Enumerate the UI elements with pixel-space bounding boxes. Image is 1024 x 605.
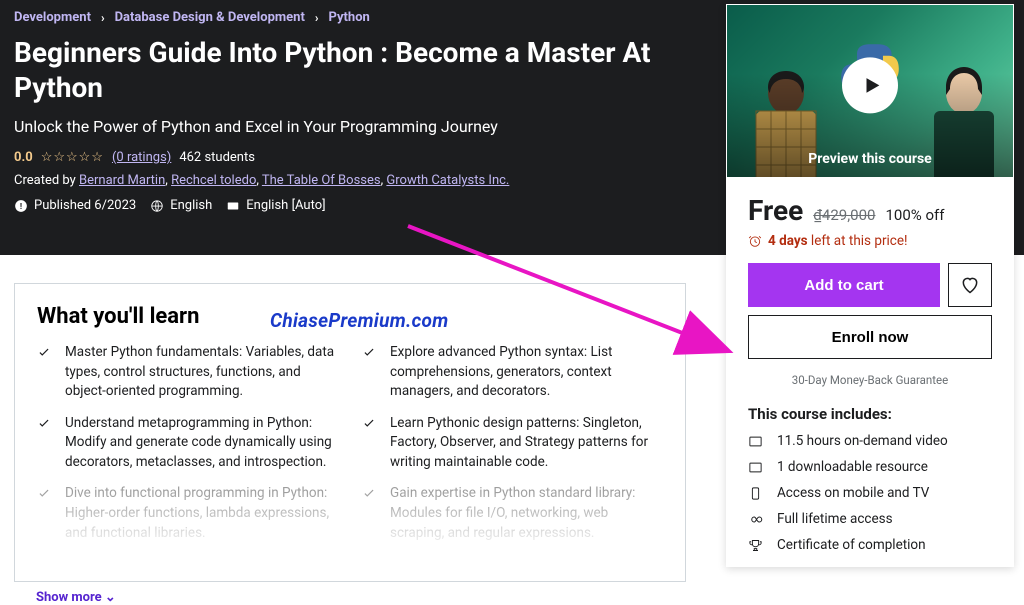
author-link-3[interactable]: The Table Of Bosses	[262, 173, 381, 188]
author-link-2[interactable]: Rechcel toledo	[171, 173, 256, 188]
info-icon: !	[14, 199, 28, 213]
trophy-icon	[748, 538, 763, 553]
wyl-text: Fine-tune Python applications: Packaging…	[390, 555, 640, 575]
check-icon	[37, 416, 51, 430]
alarm-text: left at this price!	[808, 233, 908, 249]
course-preview[interactable]: Preview this course	[726, 4, 1014, 178]
wyl-text: Develop performance-optimized Python	[65, 555, 302, 575]
includes-item: Certificate of completion	[748, 537, 992, 553]
heart-icon	[960, 275, 980, 295]
money-back-guarantee: 30-Day Money-Back Guarantee	[748, 373, 992, 387]
wyl-text: Explore advanced Python syntax: List com…	[390, 343, 663, 402]
check-icon	[362, 557, 376, 571]
wyl-item: Gain expertise in Python standard librar…	[362, 484, 663, 543]
check-icon	[362, 345, 376, 359]
svg-text:!: !	[20, 200, 22, 210]
infinity-icon	[748, 512, 763, 527]
watermark: ChiasePremium.com	[270, 309, 449, 332]
wyl-item: Understand metaprogramming in Python: Mo…	[37, 414, 338, 473]
breadcrumb-link-3[interactable]: Python	[329, 10, 370, 25]
alarm-days: 4 days	[768, 233, 808, 249]
mobile-icon	[748, 486, 763, 501]
author-link-4[interactable]: Growth Catalysts Inc.	[386, 173, 509, 188]
wyl-text: Understand metaprogramming in Python: Mo…	[65, 414, 338, 473]
video-icon	[748, 434, 763, 449]
cc-icon	[226, 199, 240, 213]
cc-text: English [Auto]	[246, 198, 325, 213]
play-icon	[861, 74, 883, 96]
includes-text: Access on mobile and TV	[777, 485, 929, 501]
cc-meta: English [Auto]	[226, 198, 325, 213]
language-meta: English	[150, 198, 212, 213]
price-old: ₫429,000	[813, 206, 875, 224]
published-text: Published 6/2023	[34, 198, 136, 213]
published-meta: ! Published 6/2023	[14, 198, 136, 213]
includes-text: Certificate of completion	[777, 537, 926, 553]
breadcrumb-link-2[interactable]: Database Design & Development	[115, 10, 305, 25]
preview-label: Preview this course	[727, 151, 1013, 167]
author-link-1[interactable]: Bernard Martin	[79, 173, 165, 188]
wyl-item: Develop performance-optimized Python	[37, 555, 338, 575]
star-icons: ☆☆☆☆☆	[41, 150, 104, 165]
students-count: 462 students	[179, 150, 255, 165]
check-icon	[362, 486, 376, 500]
enroll-now-button[interactable]: Enroll now	[748, 315, 992, 359]
purchase-sidebar: Preview this course Free ₫429,000 100% o…	[726, 4, 1014, 567]
includes-item: Full lifetime access	[748, 511, 992, 527]
download-icon	[748, 460, 763, 475]
created-by-label: Created by	[14, 173, 79, 188]
show-more-button[interactable]: Show more ⌄	[14, 590, 686, 605]
wyl-item: Fine-tune Python applications: Packaging…	[362, 555, 663, 575]
check-icon	[362, 416, 376, 430]
language-text: English	[170, 198, 212, 213]
ratings-link[interactable]: (0 ratings)	[112, 150, 171, 165]
price-free: Free	[748, 194, 803, 227]
breadcrumb-link-1[interactable]: Development	[14, 10, 91, 25]
wyl-item: Explore advanced Python syntax: List com…	[362, 343, 663, 402]
rating-value: 0.0	[14, 150, 33, 165]
price-row: Free ₫429,000 100% off	[748, 194, 992, 227]
page-title: Beginners Guide Into Python : Become a M…	[14, 35, 654, 105]
wyl-text: Master Python fundamentals: Variables, d…	[65, 343, 338, 402]
add-to-cart-button[interactable]: Add to cart	[748, 263, 940, 307]
includes-text: 11.5 hours on-demand video	[777, 433, 948, 449]
globe-icon	[150, 199, 164, 213]
check-icon	[37, 345, 51, 359]
includes-heading: This course includes:	[748, 405, 992, 423]
wyl-item: Master Python fundamentals: Variables, d…	[37, 343, 338, 402]
includes-text: 1 downloadable resource	[777, 459, 928, 475]
check-icon	[37, 557, 51, 571]
wyl-item: Learn Pythonic design patterns: Singleto…	[362, 414, 663, 473]
play-button[interactable]	[842, 57, 898, 113]
includes-item: 11.5 hours on-demand video	[748, 433, 992, 449]
wyl-text: Dive into functional programming in Pyth…	[65, 484, 338, 543]
includes-item: 1 downloadable resource	[748, 459, 992, 475]
alarm-icon	[748, 234, 762, 248]
page-subtitle: Unlock the Power of Python and Excel in …	[14, 117, 654, 136]
includes-item: Access on mobile and TV	[748, 485, 992, 501]
price-discount: 100% off	[885, 206, 944, 224]
check-icon	[37, 486, 51, 500]
wyl-item: Dive into functional programming in Pyth…	[37, 484, 338, 543]
chevron-right-icon: ›	[101, 11, 105, 25]
wyl-text: Learn Pythonic design patterns: Singleto…	[390, 414, 663, 473]
includes-text: Full lifetime access	[777, 511, 893, 527]
wishlist-button[interactable]	[948, 263, 992, 307]
chevron-right-icon: ›	[315, 11, 319, 25]
price-alarm: 4 days left at this price!	[748, 233, 992, 249]
wyl-text: Gain expertise in Python standard librar…	[390, 484, 663, 543]
chevron-down-icon: ⌄	[105, 590, 116, 605]
